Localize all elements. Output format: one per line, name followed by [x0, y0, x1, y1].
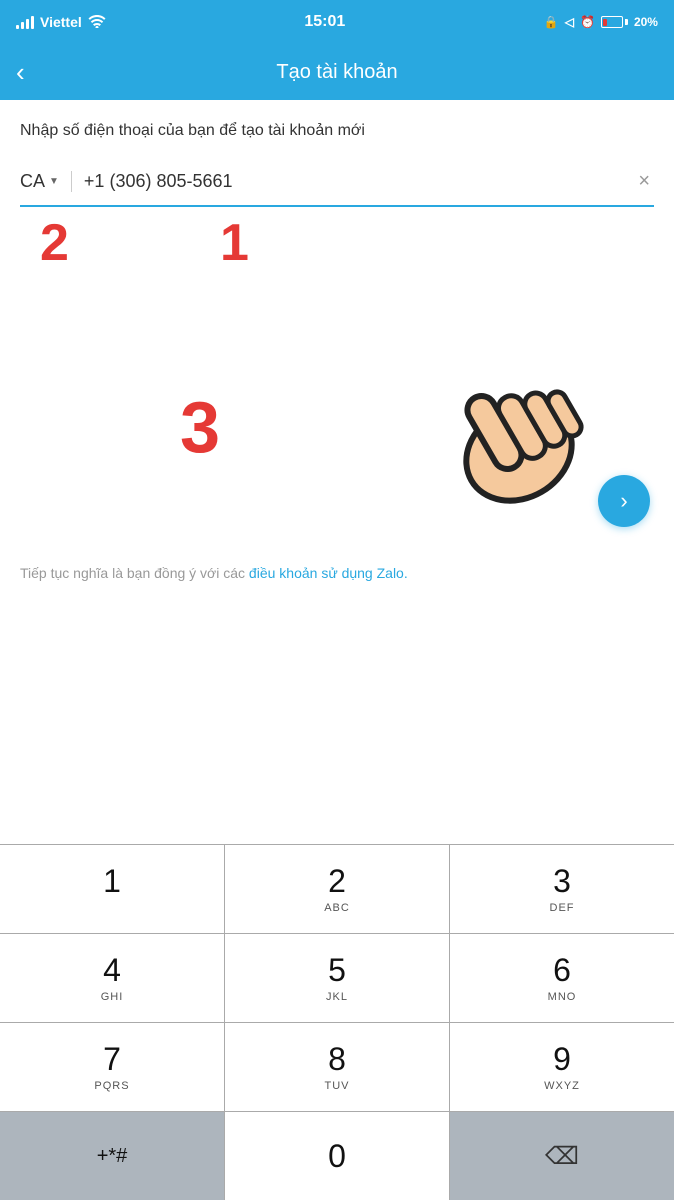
key-7[interactable]: 7 PQRS — [0, 1023, 225, 1111]
subtitle-text: Nhập số điện thoại của bạn để tạo tài kh… — [20, 120, 654, 142]
key-9[interactable]: 9 WXYZ — [450, 1023, 674, 1111]
back-button[interactable]: ‹ — [16, 59, 25, 85]
page-title: Tạo tài khoản — [276, 61, 397, 84]
battery-percent: 20% — [634, 15, 658, 29]
key-0[interactable]: 0 — [225, 1112, 450, 1200]
key-backspace[interactable]: ⌫ — [450, 1112, 674, 1200]
status-left: Viettel — [16, 14, 106, 31]
illustration-area: 3 › — [0, 267, 674, 547]
key-2[interactable]: 2 ABC — [225, 845, 450, 933]
keyboard-row-3: 7 PQRS 8 TUV 9 WXYZ — [0, 1022, 674, 1111]
country-selector[interactable]: CA ▼ — [20, 171, 72, 192]
wifi-icon — [88, 14, 106, 31]
status-right: 🔒 ◁ ⏰ 20% — [544, 15, 658, 29]
hand-pointer-icon — [394, 327, 614, 527]
terms-link[interactable]: điều khoản sử dụng Zalo. — [249, 565, 408, 581]
clear-input-button[interactable]: × — [634, 166, 654, 197]
phone-input-row: CA ▼ × — [20, 166, 654, 207]
terms-area: Tiếp tục nghĩa là bạn đồng ý với các điề… — [0, 547, 674, 596]
key-5[interactable]: 5 JKL — [225, 934, 450, 1022]
key-3[interactable]: 3 DEF — [450, 845, 674, 933]
status-time: 15:01 — [304, 13, 345, 31]
annotation-2: 2 — [40, 217, 69, 269]
key-1[interactable]: 1 — [0, 845, 225, 933]
keyboard-row-2: 4 GHI 5 JKL 6 MNO — [0, 933, 674, 1022]
chevron-down-icon: ▼ — [49, 176, 59, 187]
location-icon: ◁ — [565, 15, 574, 29]
carrier-label: Viettel — [40, 14, 82, 30]
numeric-keyboard: 1 2 ABC 3 DEF 4 GHI 5 JKL 6 MNO 7 PQRS — [0, 844, 674, 1200]
alarm-icon: ⏰ — [580, 15, 595, 29]
main-content: Nhập số điện thoại của bạn để tạo tài kh… — [0, 100, 674, 267]
keyboard-row-4: +*# 0 ⌫ — [0, 1111, 674, 1200]
key-6[interactable]: 6 MNO — [450, 934, 674, 1022]
keyboard-row-1: 1 2 ABC 3 DEF — [0, 844, 674, 933]
header: ‹ Tạo tài khoản — [0, 44, 674, 100]
annotation-3: 3 — [180, 387, 220, 469]
key-4[interactable]: 4 GHI — [0, 934, 225, 1022]
status-bar: Viettel 15:01 🔒 ◁ ⏰ 20% — [0, 0, 674, 44]
country-code: CA — [20, 171, 45, 192]
next-button[interactable]: › — [598, 475, 650, 527]
phone-number-input[interactable] — [84, 171, 634, 192]
signal-icon — [16, 15, 34, 29]
arrow-right-icon: › — [620, 488, 627, 514]
battery-indicator — [601, 16, 628, 28]
annotation-1: 1 — [220, 217, 249, 269]
lock-icon: 🔒 — [544, 15, 559, 29]
key-symbols[interactable]: +*# — [0, 1112, 225, 1200]
terms-text: Tiếp tục nghĩa là bạn đồng ý với các điề… — [20, 565, 408, 581]
key-8[interactable]: 8 TUV — [225, 1023, 450, 1111]
